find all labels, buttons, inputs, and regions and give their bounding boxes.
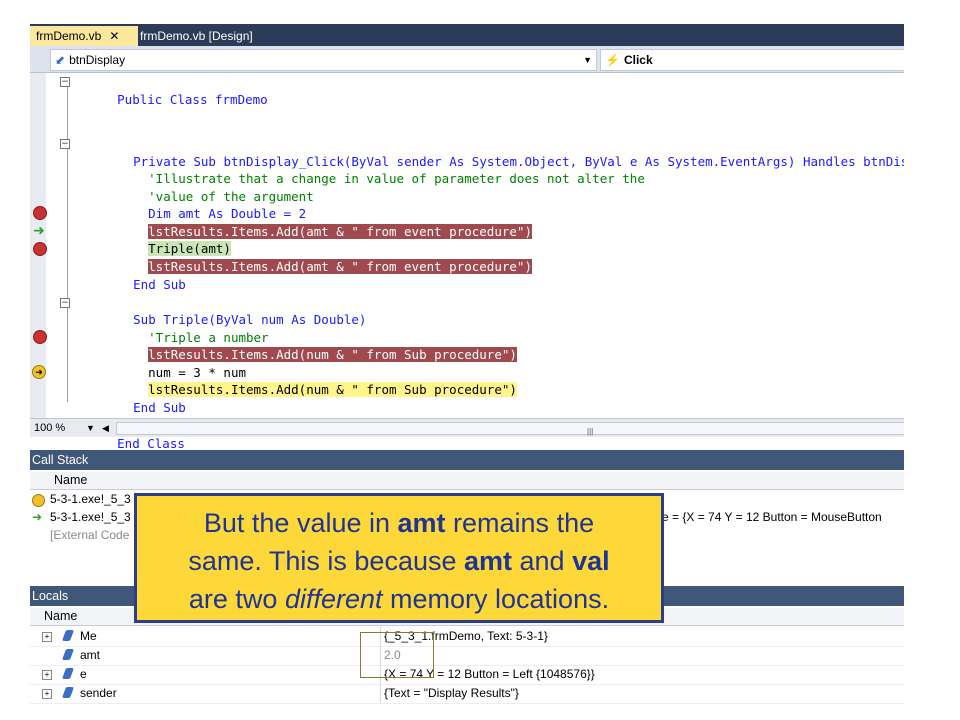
code-text: End Sub	[133, 277, 186, 292]
navigation-bar: ⬋ btnDisplay ▼ ⚡ Click	[30, 46, 904, 73]
frame-name: [External Code	[50, 528, 130, 542]
code-editor[interactable]: − − − Public Class frmDemo Private Sub b…	[30, 73, 904, 451]
locals-row-sender[interactable]: + sender {Text = "Display Results"}	[30, 684, 904, 704]
frame-tail: e = {X = 74 Y = 12 Button = MouseButton	[662, 510, 882, 524]
current-statement-arrow-icon: ➜	[32, 365, 46, 379]
variable-icon	[61, 630, 75, 641]
panel-title: Call Stack	[30, 450, 904, 470]
call-site-arrow-icon: ➜	[32, 510, 43, 524]
local-name: sender	[80, 686, 117, 700]
variable-icon	[61, 687, 75, 698]
code-text: lstResults.Items.Add(amt & " from event …	[148, 259, 532, 274]
column-header-label: Name	[44, 609, 78, 623]
document-tab-bar: frmDemo.vb ✕ frmDemo.vb [Design]	[30, 24, 904, 46]
callout-italic: different	[284, 584, 383, 614]
collapse-icon[interactable]: −	[60, 77, 70, 87]
code-line: 'Triple a number	[103, 312, 268, 345]
expand-icon[interactable]: +	[42, 689, 52, 699]
callout-line: are two different memory locations.	[137, 580, 661, 618]
tab-frmdemo-vb[interactable]: frmDemo.vb ✕	[30, 26, 138, 46]
callout-emphasis: amt	[397, 508, 446, 538]
code-line: Dim amt As Double = 2	[103, 188, 306, 221]
event-combo[interactable]: ⚡ Click	[600, 49, 904, 71]
collapse-icon[interactable]: −	[60, 139, 70, 149]
breakpoint-icon[interactable]	[33, 242, 47, 256]
frame-name: 5-3-1.exe!_5_3	[50, 492, 131, 506]
editor-zoom-bar: 100 % ▼ ◀ |||	[30, 418, 904, 437]
code-line-current: lstResults.Items.Add(num & " from Sub pr…	[103, 364, 517, 397]
zoom-level[interactable]: 100 %	[34, 419, 65, 437]
variable-icon	[61, 649, 75, 660]
explanation-callout: But the value in amt remains the same. T…	[134, 493, 664, 623]
code-line-call-site: Triple(amt)	[103, 223, 231, 256]
collapse-icon[interactable]: −	[60, 298, 70, 308]
code-text: lstResults.Items.Add(num & " from Sub pr…	[148, 382, 517, 397]
tab-label: frmDemo.vb [Design]	[140, 29, 253, 43]
code-line-breakpoint: lstResults.Items.Add(amt & " from event …	[103, 206, 532, 239]
object-combo-value: btnDisplay	[69, 53, 126, 67]
callout-text: remains the	[445, 508, 595, 538]
local-name: amt	[80, 648, 101, 662]
tab-label: frmDemo.vb	[36, 29, 102, 43]
callout-emphasis: val	[572, 546, 610, 576]
expand-icon[interactable]: +	[42, 670, 52, 680]
tab-frmdemo-design[interactable]: frmDemo.vb [Design]	[134, 26, 259, 46]
code-line-breakpoint: lstResults.Items.Add(num & " from Sub pr…	[103, 329, 517, 362]
local-name: Me	[80, 629, 97, 643]
close-icon[interactable]: ✕	[109, 29, 119, 43]
current-frame-icon	[32, 494, 45, 507]
code-line: 'Illustrate that a change in value of pa…	[103, 153, 645, 186]
outline-line	[67, 87, 68, 402]
scroll-left-icon[interactable]: ◀	[102, 419, 109, 437]
local-value: {Text = "Display Results"}	[384, 686, 519, 700]
event-combo-value: Click	[623, 53, 653, 67]
local-name: e	[80, 667, 87, 681]
code-text: Public Class frmDemo	[117, 92, 268, 107]
code-line: num = 3 * num	[103, 347, 246, 380]
scroll-grip-icon[interactable]: |||	[587, 423, 593, 441]
variable-icon	[61, 668, 75, 679]
code-line: Public Class frmDemo	[72, 74, 268, 107]
value-highlight-box	[360, 632, 434, 678]
callout-emphasis: amt	[464, 546, 513, 576]
callout-text: and	[512, 546, 573, 576]
callout-text: same. This is because	[188, 546, 464, 576]
chevron-down-icon[interactable]: ▼	[583, 50, 592, 70]
callout-line: same. This is because amt and val	[137, 542, 661, 580]
code-line: End Sub	[88, 382, 186, 415]
column-divider	[380, 684, 381, 703]
code-text: End Class	[117, 436, 185, 451]
code-line: Private Sub btnDisplay_Click(ByVal sende…	[88, 136, 904, 169]
code-line: End Sub	[88, 259, 186, 292]
object-combo[interactable]: ⬋ btnDisplay ▼	[50, 49, 597, 71]
expand-icon[interactable]: +	[42, 632, 52, 642]
code-line: Sub Triple(ByVal num As Double)	[88, 294, 366, 327]
locals-row-e[interactable]: + e {X = 74 Y = 12 Button = Left {104857…	[30, 665, 904, 685]
code-line-breakpoint: lstResults.Items.Add(amt & " from event …	[103, 241, 532, 274]
call-site-arrow-icon: ➜	[33, 222, 45, 238]
chevron-down-icon[interactable]: ▼	[86, 419, 95, 437]
code-line: 'value of the argument	[103, 171, 314, 204]
lightning-icon: ⚡	[605, 53, 620, 67]
callout-text: memory locations.	[382, 584, 610, 614]
locals-row-amt[interactable]: amt 2.0	[30, 646, 904, 666]
column-header[interactable]: Name	[30, 472, 904, 490]
control-icon: ⬋	[55, 53, 66, 67]
callout-text: But the value in	[203, 508, 398, 538]
callout-line: But the value in amt remains the	[137, 504, 661, 542]
breakpoint-icon[interactable]	[33, 206, 47, 220]
breakpoint-icon[interactable]	[33, 330, 47, 344]
frame-name: 5-3-1.exe!_5_3	[50, 510, 131, 524]
locals-row-me[interactable]: + Me {_5_3_1.frmDemo, Text: 5-3-1}	[30, 627, 904, 647]
callout-text: are two	[188, 584, 285, 614]
horizontal-scrollbar[interactable]: |||	[116, 422, 904, 436]
code-text: End Sub	[133, 400, 186, 415]
column-header-label: Name	[54, 473, 88, 487]
